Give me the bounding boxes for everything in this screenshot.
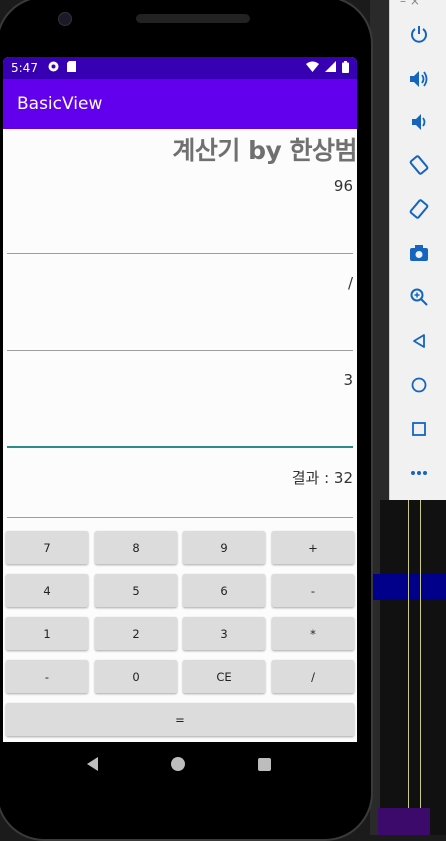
rotate-right-icon[interactable] [390,194,446,224]
key-0-button[interactable]: 0 [95,660,177,693]
nav-recents-icon[interactable] [257,757,271,771]
operator-field[interactable]: / [7,274,353,292]
rotate-left-icon[interactable] [390,150,446,180]
operator-underline [7,350,353,351]
back-icon[interactable] [390,326,446,356]
equals-button[interactable]: = [6,703,354,736]
result-field: 결과 : 32 [291,469,353,487]
key-multiply-button[interactable]: * [272,617,354,650]
key-3-button[interactable]: 3 [183,617,265,650]
status-bar: 5:47 [3,57,357,79]
key-negate-button[interactable]: - [6,660,88,693]
volume-down-icon[interactable] [390,107,446,137]
sd-card-icon [66,61,76,75]
key-5-button[interactable]: 5 [95,574,177,607]
key-divide-button[interactable]: / [272,660,354,693]
earpiece-speaker [136,14,250,23]
key-8-button[interactable]: 8 [95,531,177,564]
operand2-field[interactable]: 3 [7,371,353,389]
front-camera [58,12,72,26]
nav-home-icon[interactable] [170,757,185,771]
background-block [378,808,430,835]
battery-icon [342,60,349,76]
overview-icon[interactable] [390,414,446,444]
key-4-button[interactable]: 4 [6,574,88,607]
key-1-button[interactable]: 1 [6,617,88,650]
key-7-button[interactable]: 7 [6,531,88,564]
page-title: 계산기 by 한상범 [172,136,357,165]
device-screen: 5:47 BasicView 계산기 by 한상범 96 / 3 결과: 32… [3,57,357,742]
app-bar: BasicView [3,79,357,129]
home-icon[interactable] [390,370,446,400]
result-underline [7,517,353,518]
wifi-icon [306,61,319,75]
operand2-underline [7,446,353,448]
operand1-field[interactable]: 96 [7,177,353,195]
camera-icon[interactable] [390,238,446,268]
key-9-button[interactable]: 9 [183,531,265,564]
emulator-toolbar: – × [389,0,446,500]
signal-icon [325,61,336,75]
key-2-button[interactable]: 2 [95,617,177,650]
nav-back-icon[interactable] [86,757,98,771]
key-minus-button[interactable]: - [272,574,354,607]
data-saver-icon [48,61,59,75]
status-time: 5:47 [11,61,38,75]
system-nav-bar [0,742,357,786]
more-icon[interactable] [390,458,446,488]
background-line [420,500,421,835]
volume-up-icon[interactable] [390,64,446,94]
zoom-icon[interactable] [390,282,446,312]
app-title: BasicView [17,94,103,114]
key-plus-button[interactable]: + [272,531,354,564]
background-line [408,500,409,835]
key-ce-button[interactable]: CE [183,660,265,693]
window-controls[interactable]: – × [400,0,420,8]
key-6-button[interactable]: 6 [183,574,265,607]
operand1-underline [7,253,353,254]
background-panel [380,500,446,835]
calculator-content: 계산기 by 한상범 96 / 3 결과 : 32 7 8 9 + 4 5 6 … [3,129,357,742]
power-icon[interactable] [390,19,446,49]
